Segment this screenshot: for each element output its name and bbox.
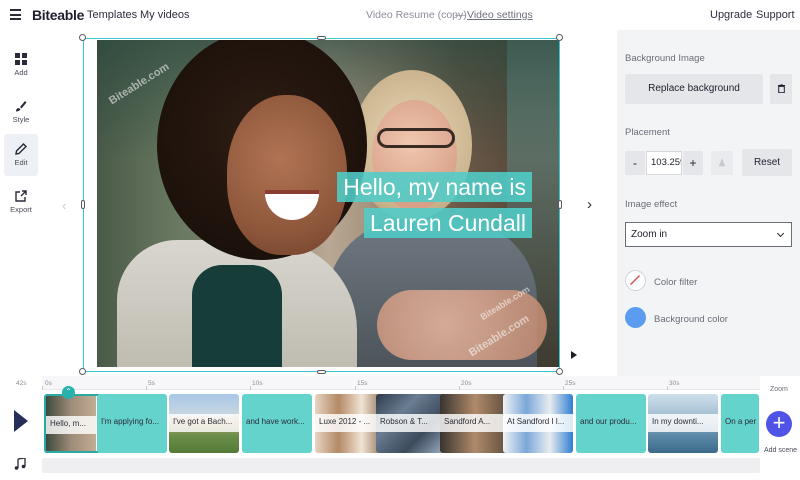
scene-card[interactable]: On a per... bbox=[721, 394, 759, 453]
tool-edit[interactable]: Edit bbox=[4, 134, 38, 176]
scene-card[interactable]: I'm applying fo... bbox=[97, 394, 167, 453]
scene-label: Sandford A... bbox=[444, 417, 491, 426]
reset-button[interactable]: Reset bbox=[742, 149, 792, 176]
timeline: 42s 0s 5s 10s 15s 20s 25s 30s Hello, m..… bbox=[0, 376, 800, 480]
music-note-icon[interactable] bbox=[14, 458, 26, 470]
video-settings-link[interactable]: Video settings bbox=[467, 9, 533, 21]
resize-handle-bottom[interactable] bbox=[317, 370, 326, 374]
brand-logo[interactable]: Biteable bbox=[32, 7, 84, 23]
tick-label: 25s bbox=[565, 380, 576, 387]
tool-add-label: Add bbox=[14, 68, 28, 77]
no-filter-icon bbox=[630, 275, 641, 286]
chevron-down-icon bbox=[776, 229, 785, 238]
export-icon bbox=[15, 190, 27, 202]
resize-handle-left[interactable] bbox=[81, 200, 85, 209]
scene-label: Robson & T... bbox=[380, 417, 428, 426]
upgrade-link[interactable]: Upgrade bbox=[710, 9, 752, 21]
placement-decrease-button[interactable]: - bbox=[625, 151, 645, 175]
placement-input[interactable]: 103.259 bbox=[646, 151, 682, 175]
scene-card[interactable]: In my downti... bbox=[648, 394, 718, 453]
brush-icon bbox=[16, 101, 27, 112]
scene-card[interactable]: Sandford A... bbox=[440, 394, 510, 453]
image-effect-heading: Image effect bbox=[625, 199, 678, 210]
scene-card[interactable]: and our produ... bbox=[576, 394, 646, 453]
color-filter-swatch[interactable] bbox=[625, 270, 646, 291]
tick-label: 0s bbox=[45, 380, 52, 387]
trash-icon bbox=[777, 84, 785, 94]
add-scene-button[interactable]: + bbox=[766, 411, 792, 437]
tick-label: 10s bbox=[252, 380, 263, 387]
tick-label: 30s bbox=[669, 380, 680, 387]
previous-scene-arrow[interactable]: ‹ bbox=[62, 198, 66, 213]
menu-icon[interactable] bbox=[10, 9, 21, 20]
scene-card[interactable]: and have work... bbox=[242, 394, 312, 453]
tool-style-label: Style bbox=[12, 115, 30, 124]
tick-label: 20s bbox=[461, 380, 472, 387]
tool-export-label: Export bbox=[10, 205, 32, 214]
resize-handle-bottom-left[interactable] bbox=[79, 368, 86, 375]
time-ruler[interactable]: 0s 5s 10s 15s 20s 25s 30s bbox=[42, 376, 760, 390]
placement-increase-button[interactable]: + bbox=[683, 151, 703, 175]
image-effect-select[interactable]: Zoom in bbox=[625, 222, 792, 247]
tick-label: 15s bbox=[357, 380, 368, 387]
scene-card[interactable]: Luxe 2012 - ... bbox=[315, 394, 385, 453]
resize-handle-top-left[interactable] bbox=[79, 34, 86, 41]
color-filter-label[interactable]: Color filter bbox=[654, 277, 697, 288]
next-scene-arrow[interactable]: › bbox=[587, 196, 592, 213]
total-duration: 42s bbox=[16, 380, 27, 387]
play-button[interactable] bbox=[14, 410, 28, 432]
tool-export[interactable]: Export bbox=[4, 181, 38, 223]
placement-heading: Placement bbox=[625, 127, 670, 138]
scene-card[interactable]: I've got a Bach... bbox=[169, 394, 239, 453]
resize-handle-top-right[interactable] bbox=[556, 34, 563, 41]
audio-track[interactable] bbox=[42, 458, 760, 473]
scene-label: On a per... bbox=[725, 417, 756, 426]
delete-background-button[interactable] bbox=[770, 74, 792, 104]
scene-label: and our produ... bbox=[580, 417, 637, 426]
support-link[interactable]: Support bbox=[756, 9, 795, 21]
tool-add[interactable]: Add bbox=[4, 44, 38, 86]
properties-panel: Background Image Replace background Plac… bbox=[617, 30, 800, 376]
selection-frame[interactable] bbox=[83, 38, 560, 372]
pencil-icon bbox=[15, 143, 27, 155]
resize-handle-right[interactable] bbox=[558, 200, 562, 209]
background-color-swatch[interactable] bbox=[625, 307, 646, 328]
nav-templates[interactable]: Templates bbox=[87, 9, 137, 21]
top-bar: Biteable Templates My videos Video Resum… bbox=[0, 0, 800, 30]
tool-style[interactable]: Style bbox=[4, 91, 38, 133]
scene-label: I'm applying fo... bbox=[101, 417, 159, 426]
zoom-label[interactable]: Zoom bbox=[770, 386, 788, 393]
document-title[interactable]: Video Resume (copy) bbox=[366, 9, 467, 21]
nav-my-videos[interactable]: My videos bbox=[140, 9, 190, 21]
scene-collapse-icon[interactable]: ⌃ bbox=[62, 386, 75, 399]
background-color-label[interactable]: Background color bbox=[654, 314, 728, 325]
replace-background-button[interactable]: Replace background bbox=[625, 74, 763, 104]
grid-icon bbox=[15, 53, 27, 65]
scene-card[interactable]: At Sandford I l... bbox=[503, 394, 573, 453]
resize-handle-top[interactable] bbox=[317, 36, 326, 40]
title-separator: — bbox=[455, 9, 466, 21]
add-scene-label[interactable]: Add scene bbox=[764, 447, 797, 454]
background-image-heading: Background Image bbox=[625, 53, 705, 64]
image-effect-value: Zoom in bbox=[631, 229, 668, 240]
anchor-icon bbox=[718, 158, 726, 167]
scene-label: At Sandford I l... bbox=[507, 417, 565, 426]
resize-handle-bottom-right[interactable] bbox=[556, 368, 563, 375]
placement-anchor-button[interactable] bbox=[711, 151, 733, 175]
scene-label: Luxe 2012 - ... bbox=[319, 417, 371, 426]
scene-card[interactable]: Robson & T... bbox=[376, 394, 446, 453]
tool-edit-label: Edit bbox=[14, 158, 28, 167]
tick-label: 5s bbox=[148, 380, 155, 387]
scene-label: I've got a Bach... bbox=[173, 417, 233, 426]
scene-label: and have work... bbox=[246, 417, 305, 426]
play-scene-icon[interactable] bbox=[571, 351, 577, 359]
scene-label: In my downti... bbox=[652, 417, 704, 426]
